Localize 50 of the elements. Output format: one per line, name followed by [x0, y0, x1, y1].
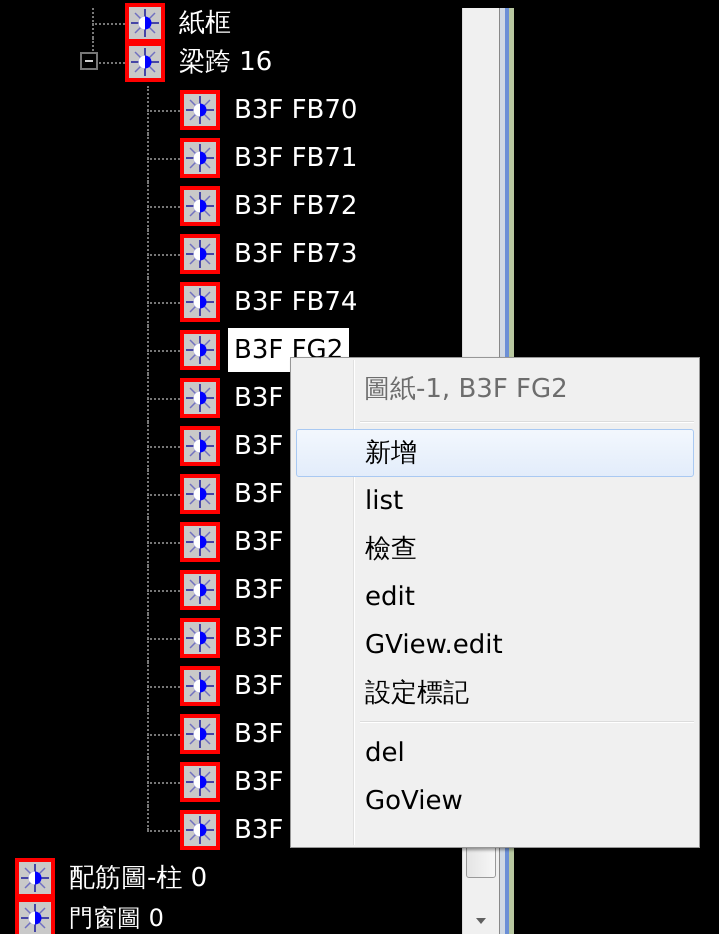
sun-icon	[180, 570, 220, 610]
sun-icon	[180, 666, 220, 706]
sun-icon	[15, 858, 55, 898]
tree-item[interactable]: 配筋圖-柱 0	[63, 856, 214, 900]
sun-icon	[180, 378, 220, 418]
sun-icon	[180, 90, 220, 130]
menu-item[interactable]: edit	[296, 573, 694, 621]
tree-item[interactable]: B3F FB73	[228, 232, 364, 276]
tree-item[interactable]: B3F FB74	[228, 280, 364, 324]
tree-item[interactable]: B3F	[228, 616, 290, 660]
tree-item[interactable]: B3F	[228, 472, 290, 516]
sun-icon	[180, 618, 220, 658]
tree-item[interactable]: B3F FB71	[228, 136, 364, 180]
sun-icon	[180, 714, 220, 754]
menu-item[interactable]: list	[296, 477, 694, 525]
sun-icon	[180, 234, 220, 274]
sun-icon	[180, 762, 220, 802]
sun-icon	[180, 282, 220, 322]
sun-icon	[180, 330, 220, 370]
menu-item[interactable]: 新增	[296, 429, 694, 477]
tree-item[interactable]: 門窗圖 0	[63, 902, 170, 934]
sun-icon	[180, 810, 220, 850]
tree-item[interactable]: B3F	[228, 376, 290, 420]
tree-item[interactable]: B3F	[228, 520, 290, 564]
tree-item[interactable]: B3F	[228, 568, 290, 612]
sun-icon	[125, 42, 165, 82]
sun-icon	[180, 522, 220, 562]
menu-item[interactable]: del	[296, 729, 694, 777]
sun-icon	[15, 898, 55, 934]
sun-icon	[180, 138, 220, 178]
menu-item[interactable]: 設定標記	[296, 669, 694, 717]
sun-icon	[180, 186, 220, 226]
sun-icon	[125, 3, 165, 43]
menu-item[interactable]: GoView	[296, 777, 694, 825]
tree-item[interactable]: 梁跨 16	[173, 40, 278, 84]
tree-item[interactable]: B3F	[228, 760, 290, 804]
tree-item[interactable]: B3F	[228, 424, 290, 468]
collapse-toggle[interactable]	[80, 52, 98, 70]
tree-item[interactable]: B3F	[228, 664, 290, 708]
tree-item[interactable]: B3F	[228, 808, 290, 852]
tree-item[interactable]: B3F FB70	[228, 88, 364, 132]
menu-header: 圖紙-1, B3F FG2	[363, 373, 569, 406]
sun-icon	[180, 426, 220, 466]
tree-item[interactable]: B3F FB72	[228, 184, 364, 228]
menu-item[interactable]: 檢查	[296, 525, 694, 573]
tree-item[interactable]: B3F	[228, 712, 290, 756]
scroll-down-icon[interactable]	[473, 916, 489, 926]
sun-icon	[180, 474, 220, 514]
menu-item[interactable]: GView.edit	[296, 621, 694, 669]
tree-item[interactable]: 紙框	[173, 8, 237, 38]
